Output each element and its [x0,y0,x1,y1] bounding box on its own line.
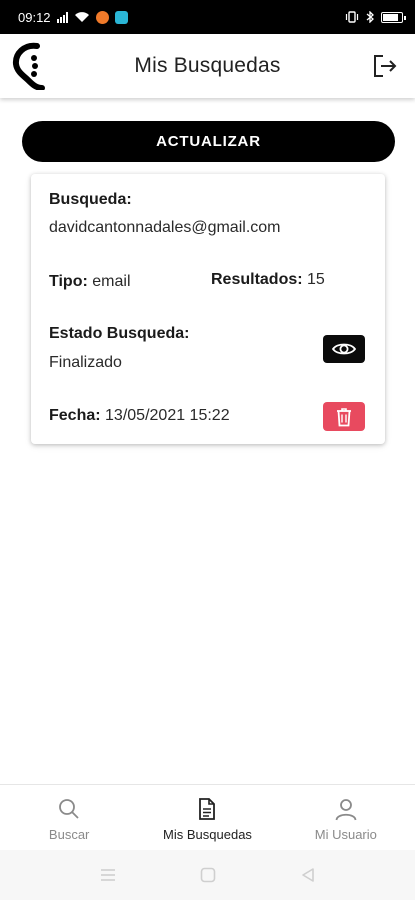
nav-label-mis-busquedas: Mis Busquedas [163,827,252,842]
search-icon [59,799,79,819]
bottom-nav: Buscar Mis Busquedas Mi Usuario [0,784,415,850]
ear-logo-icon [12,42,45,90]
user-icon [335,799,357,821]
back-button[interactable] [258,867,358,883]
page-title: Mis Busquedas [134,54,281,77]
notification-icon [95,10,109,24]
fecha-value: 13/05/2021 15:22 [105,407,230,424]
status-time: 09:12 [18,9,51,25]
search-card: Busqueda: davidcantonnadales@gmail.com T… [31,174,385,444]
estado-label: Estado Busqueda: [49,325,190,342]
trash-icon [337,407,351,426]
resultados-value: 15 [307,271,325,288]
battery-icon [381,11,406,23]
fecha-label: Fecha: [49,407,101,424]
signal-icon [56,11,68,23]
notification-icon [114,10,128,24]
resultados-label: Resultados: [211,271,303,288]
nav-label-mi-usuario: Mi Usuario [314,827,377,842]
busqueda-label: Busqueda: [49,191,132,208]
document-icon [199,798,216,820]
tipo-label: Tipo: [49,273,88,290]
logout-icon[interactable] [371,52,399,80]
fecha-row: Fecha: 13/05/2021 15:22 [49,407,230,425]
tipo-row: Tipo: email [49,273,131,291]
tipo-value: email [92,273,131,290]
nav-item-buscar[interactable]: Buscar [0,785,138,850]
view-button[interactable] [323,335,365,363]
resultados-row: Resultados: 15 [211,271,325,289]
status-right [345,11,406,23]
nav-item-mi-usuario[interactable]: Mi Usuario [277,785,415,850]
eye-icon [332,343,356,355]
nav-label-buscar: Buscar [48,827,90,842]
menu-button[interactable] [58,868,158,882]
nav-item-mis-busquedas[interactable]: Mis Busquedas [138,785,276,850]
estado-value: Finalizado [49,354,122,371]
app-header: Mis Busquedas [0,34,415,98]
back-triangle-icon [301,868,314,882]
delete-button[interactable] [323,402,365,431]
wifi-icon [74,12,89,22]
refresh-button[interactable]: ACTUALIZAR [22,121,395,162]
vibrate-icon [345,11,359,23]
bluetooth-icon [366,11,374,23]
status-left: 09:12 [18,10,128,25]
home-square-icon [200,867,215,883]
menu-icon [100,869,115,881]
status-bar: 09:12 [0,0,415,34]
home-button[interactable] [158,867,258,883]
busqueda-value: davidcantonnadales@gmail.com [49,219,281,236]
system-nav-bar [0,850,415,900]
